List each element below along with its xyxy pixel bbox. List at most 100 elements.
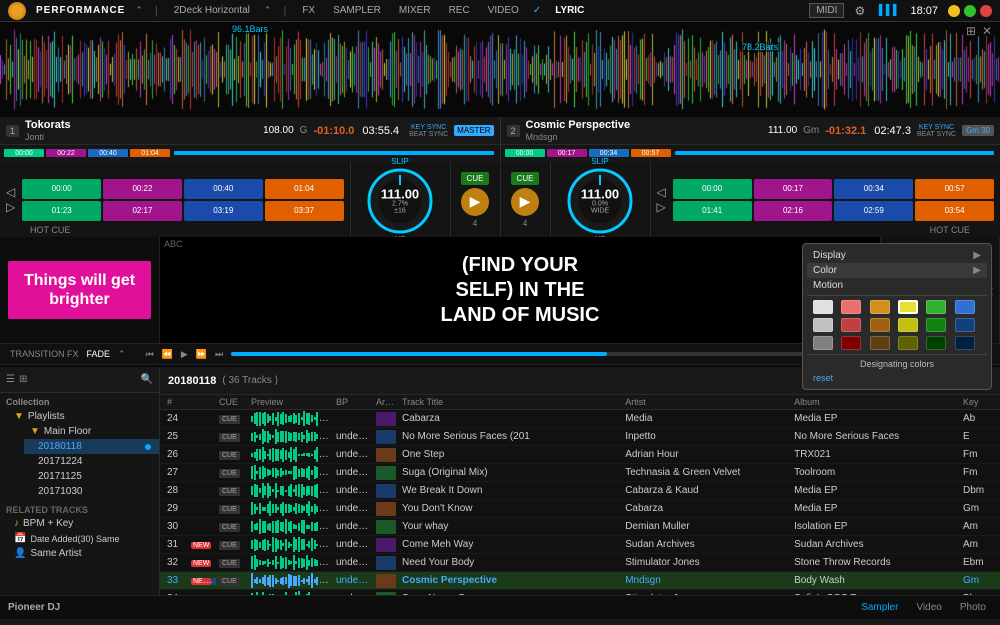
rec-btn[interactable]: REC xyxy=(445,4,474,17)
minimize-btn[interactable] xyxy=(948,5,960,17)
transport-play-btn[interactable]: ▶ xyxy=(181,349,188,360)
sidebar-grid-icon[interactable]: ⊞ xyxy=(19,374,27,385)
col-artist[interactable]: Artist xyxy=(622,397,791,407)
deck1-cue-pad-4[interactable]: 01:04 xyxy=(265,179,344,199)
waveform-deck1[interactable]: 96.1Bars xyxy=(0,22,500,117)
swatch-1[interactable] xyxy=(813,300,833,314)
deck1-cue-pad-8[interactable]: 03:37 xyxy=(265,201,344,221)
swatch-3[interactable] xyxy=(870,300,890,314)
cue2-2[interactable]: 00:17 xyxy=(547,149,587,157)
transport-next-btn[interactable]: ⏭ xyxy=(215,349,223,360)
swatch-6[interactable] xyxy=(955,300,975,314)
sidebar-item-20180118[interactable]: 20180118 xyxy=(24,439,159,454)
deck1-cue-pad-6[interactable]: 02:17 xyxy=(103,201,182,221)
track-cue-btn[interactable]: CUE xyxy=(216,431,248,442)
maximize-btn[interactable] xyxy=(964,5,976,17)
settings-icon[interactable]: ⚙ xyxy=(854,4,865,18)
sidebar-item-20171125[interactable]: 20171125 xyxy=(24,469,159,484)
reset-btn[interactable]: reset xyxy=(807,371,987,385)
cue2-4[interactable]: 00:57 xyxy=(631,149,671,157)
lyric-btn[interactable]: LYRIC xyxy=(551,4,588,17)
track-row[interactable]: 31 NEW CUE undefined Come Meh Way Sudan … xyxy=(160,536,1000,554)
deck1-tempo-knob-container[interactable]: 111.00 2.7% ±16 xyxy=(366,167,434,235)
deck2-tempo-knob-container[interactable]: 111.00 0.0% WIDE xyxy=(566,167,634,235)
deck2-cue-pad-4[interactable]: 00:57 xyxy=(915,179,994,199)
sidebar-item-20171224[interactable]: 20171224 xyxy=(24,454,159,469)
track-cue-btn[interactable]: CUE xyxy=(216,485,248,496)
track-row[interactable]: 29 CUE undefined You Don't Know Cabarza … xyxy=(160,500,1000,518)
bottom-sampler[interactable]: Sampler xyxy=(855,600,904,615)
swatch-15[interactable] xyxy=(870,336,890,350)
track-row[interactable]: 33 NEW2 CUE undefined Cosmic Perspective… xyxy=(160,572,1000,590)
track-cue-btn[interactable]: CUE xyxy=(216,449,248,460)
sidebar-item-bpm-key[interactable]: ♪ BPM + Key xyxy=(0,516,159,531)
fx-btn[interactable]: FX xyxy=(298,4,319,17)
swatch-9[interactable] xyxy=(870,318,890,332)
sidebar-item-date-added[interactable]: 📅 Date Added(30) Same xyxy=(0,531,159,546)
swatch-11[interactable] xyxy=(926,318,946,332)
col-cue[interactable]: CUE xyxy=(216,397,248,407)
sidebar-list-icon[interactable]: ☰ xyxy=(6,374,15,385)
swatch-12[interactable] xyxy=(955,318,975,332)
deck1-cue-pad-7[interactable]: 03:19 xyxy=(184,201,263,221)
cue1-2[interactable]: 00:22 xyxy=(46,149,86,157)
swatch-10[interactable] xyxy=(898,318,918,332)
deck2-cue-pad-7[interactable]: 02:59 xyxy=(834,201,913,221)
track-cue-btn[interactable]: CUE xyxy=(216,521,248,532)
cue1-4[interactable]: 01:04 xyxy=(130,149,170,157)
deck2-cue-pad-8[interactable]: 03:54 xyxy=(915,201,994,221)
track-cue-btn[interactable]: CUE xyxy=(216,503,248,514)
transport-fwd-btn[interactable]: ⏩ xyxy=(196,349,207,360)
track-row[interactable]: 27 CUE undefined Suga (Original Mix) Tec… xyxy=(160,464,1000,482)
deck1-nav-prev[interactable]: ◁ xyxy=(6,185,15,199)
swatch-2[interactable] xyxy=(841,300,861,314)
track-cue-btn[interactable]: CUE xyxy=(216,413,248,424)
performance-chevron[interactable]: ⌃ xyxy=(135,5,143,16)
col-title[interactable]: Track Title xyxy=(399,397,622,407)
transport-back-btn[interactable]: ⏪ xyxy=(162,349,173,360)
deck1-cue-pad-5[interactable]: 01:23 xyxy=(22,201,101,221)
deck1-nav-next[interactable]: ▷ xyxy=(6,200,15,214)
swatch-4-selected[interactable] xyxy=(898,300,918,314)
midi-btn[interactable]: MIDI xyxy=(809,3,844,18)
deck1-play-btn[interactable]: ▶ xyxy=(461,188,489,216)
swatch-13[interactable] xyxy=(813,336,833,350)
deck2-play-btn[interactable]: ▶ xyxy=(511,188,539,216)
swatch-14[interactable] xyxy=(841,336,861,350)
bottom-photo[interactable]: Photo xyxy=(954,600,992,615)
video-btn[interactable]: VIDEO xyxy=(484,4,523,17)
track-cue-btn[interactable]: CUE xyxy=(216,593,248,595)
sidebar-item-20171030[interactable]: 20171030 xyxy=(24,484,159,499)
deck1-cue-pad-1[interactable]: 00:00 xyxy=(22,179,101,199)
deck2-cue-pad-1[interactable]: 00:00 xyxy=(673,179,752,199)
deck1-master-btn[interactable]: MASTER xyxy=(454,125,493,136)
cue1-1[interactable]: 00:00 xyxy=(4,149,44,157)
swatch-7[interactable] xyxy=(813,318,833,332)
swatch-5[interactable] xyxy=(926,300,946,314)
deck2-nav-next[interactable]: ▷ xyxy=(657,200,666,214)
deck2-cue-pad-5[interactable]: 01:41 xyxy=(673,201,752,221)
sidebar-search-icon[interactable]: 🔍 xyxy=(141,374,153,385)
cue1-3[interactable]: 00:40 xyxy=(88,149,128,157)
col-bp[interactable]: BP xyxy=(333,397,373,407)
track-cue-btn[interactable]: CUE xyxy=(216,539,248,550)
swatch-17[interactable] xyxy=(926,336,946,350)
motion-menu-item[interactable]: Motion xyxy=(807,278,987,293)
cue2-1[interactable]: 00:00 xyxy=(505,149,545,157)
track-row[interactable]: 26 CUE undefined One Step Adrian Hour TR… xyxy=(160,446,1000,464)
col-album[interactable]: Album xyxy=(791,397,960,407)
mixer-btn[interactable]: MIXER xyxy=(395,4,435,17)
track-cue-btn[interactable]: CUE xyxy=(216,557,248,568)
deck2-cue-pad-2[interactable]: 00:17 xyxy=(754,179,833,199)
track-row[interactable]: 24 CUE Cabarza Media Media EP Ab xyxy=(160,410,1000,428)
deck1-cue-pad-2[interactable]: 00:22 xyxy=(103,179,182,199)
deck2-cue-pad-3[interactable]: 00:34 xyxy=(834,179,913,199)
track-row[interactable]: 28 CUE undefined We Break It Down Cabarz… xyxy=(160,482,1000,500)
col-key[interactable]: Key xyxy=(960,397,996,407)
close-btn[interactable] xyxy=(980,5,992,17)
sidebar-item-main-floor[interactable]: ▼ Main Floor xyxy=(16,424,159,439)
color-menu-item[interactable]: Color ▶ xyxy=(807,263,987,278)
track-row[interactable]: 32 NEW CUE undefined Need Your Body Stim… xyxy=(160,554,1000,572)
deck1-cue-btn[interactable]: CUE xyxy=(461,172,490,185)
deck2-nav-prev[interactable]: ◁ xyxy=(657,185,666,199)
